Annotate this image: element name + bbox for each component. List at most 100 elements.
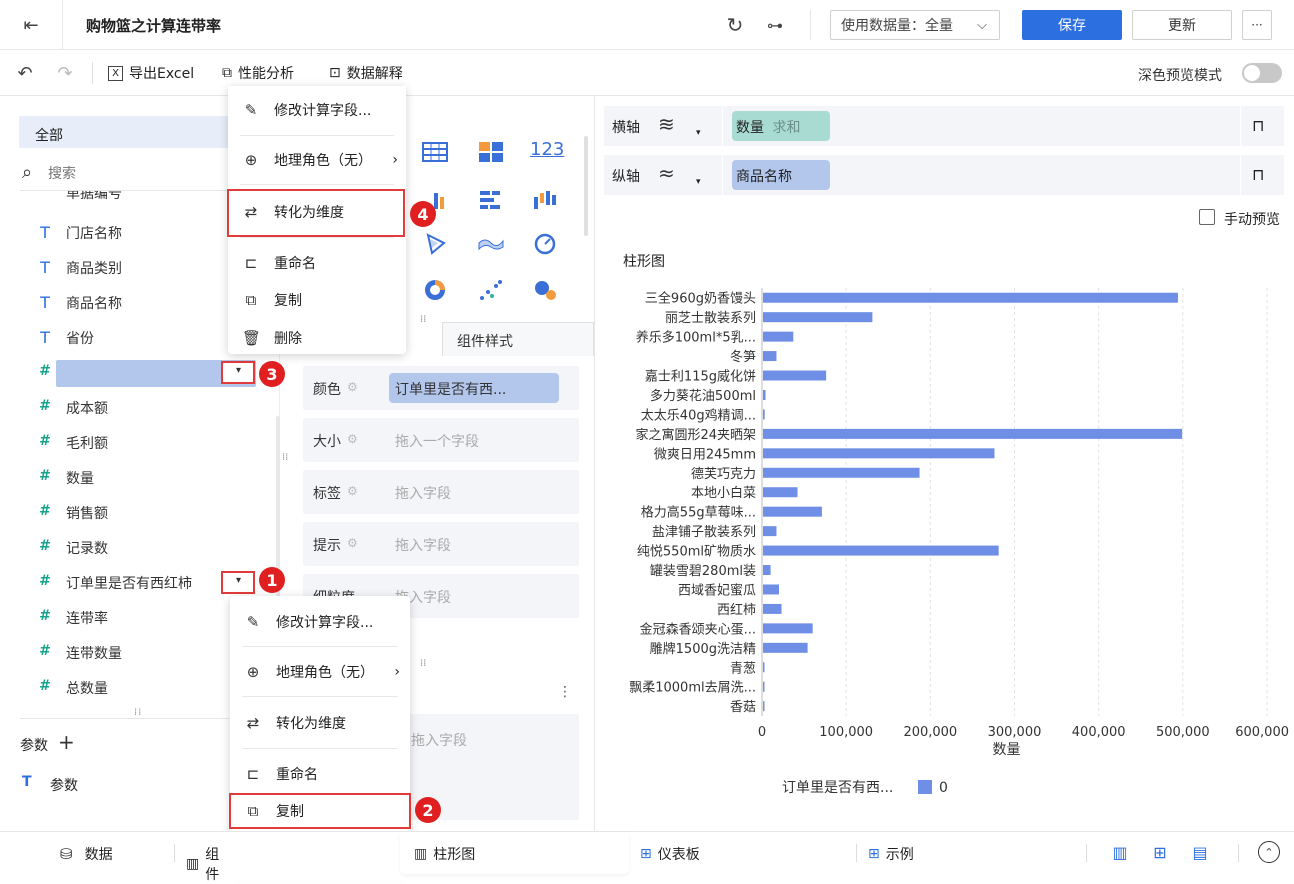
tab-component-style[interactable]: 组件样式 [442,322,594,356]
search-input[interactable] [48,162,228,186]
menu-rename[interactable]: ⊏ 重命名 [230,756,410,792]
prop-tooltip[interactable]: 提示 ⚙ 拖入字段 [303,522,579,566]
menu-edit-calc[interactable]: ✎ 修改计算字段... [228,92,406,128]
step-badge-3: 3 [259,361,285,387]
x-axis-type-icon[interactable]: ≋ [658,112,675,136]
tab-data[interactable]: ⛁ 数据 [60,844,113,864]
number-field-icon: # [39,503,51,519]
lock-icon[interactable]: ⊓ [1252,165,1264,184]
menu-copy[interactable]: ⧉ 复制 [228,282,406,318]
tab-component[interactable]: ▥ 组件 [186,844,230,884]
pie-chart-icon[interactable] [422,278,448,302]
resize-handle-icon[interactable]: ⁞⁞ [134,707,142,718]
lineage-icon[interactable]: ⊶ [762,12,788,38]
prop-color[interactable]: 颜色 ⚙ 订单里是否有西... [303,366,579,410]
redo-icon[interactable]: ↷ [54,62,76,84]
field-item[interactable]: # 数量 [36,460,226,495]
gear-icon[interactable]: ⚙ [347,432,358,446]
gauge-chart-icon[interactable] [532,233,558,255]
collapse-icon[interactable]: ⌃ [1258,841,1280,863]
field-item[interactable]: # 成本额 [36,390,226,425]
drop-zone-placeholder: 拖入字段 [411,733,467,749]
field-item[interactable]: # 毛利额 [36,425,226,460]
tab-all[interactable]: 全部 [19,116,229,148]
field-item[interactable]: # 记录数 [36,530,226,565]
x-field-pill[interactable]: 数量 求和 [732,111,830,141]
table-chart-icon[interactable] [422,141,448,163]
more-button[interactable]: ··· [1242,10,1272,40]
field-item[interactable]: T 商品类别 [36,250,226,285]
field-item[interactable]: # 连带数量 [36,635,226,670]
resize-handle-icon[interactable]: ⁞⁞ [420,658,426,669]
field-item[interactable]: # 销售额 [36,495,226,530]
field-item[interactable]: # 总数量 [36,670,226,705]
menu-to-dimension[interactable]: ⇄ 转化为维度 [230,705,410,741]
data-amount-select[interactable]: 使用数据量：全量 ⌵ [830,10,1000,40]
field-item[interactable]: # 订单里是否有西红柿 [36,565,226,600]
field-label: 省份 [66,331,94,347]
bar [763,584,779,595]
performance-button[interactable]: ⧉ 性能分析 [222,63,294,83]
y-axis-type-icon[interactable]: ≈ [658,161,675,185]
bar [763,506,822,517]
field-label: 数量 [66,471,94,487]
legend-entry: 0 [939,780,948,796]
menu-geo-role[interactable]: ⊕ 地理角色（无） › [230,654,410,690]
add-story-icon[interactable]: ▤ [1188,840,1212,864]
pivot-chart-icon[interactable] [478,141,504,163]
bubble-chart-icon[interactable] [532,278,558,302]
refresh-icon[interactable]: ↻ [722,12,748,38]
scatter-chart-icon[interactable] [478,278,504,302]
lock-icon[interactable]: ⊓ [1252,116,1264,135]
menu-delete[interactable]: 🗑 删除 [228,320,406,356]
data-explain-button[interactable]: ⊡ 数据解释 [329,63,403,83]
field-item[interactable]: # 连带率 [36,600,226,635]
back-icon[interactable]: ⇤ [18,13,44,37]
y-field-pill[interactable]: 商品名称 [732,160,830,190]
field-item[interactable]: T 商品名称 [36,285,226,320]
radar-chart-icon[interactable] [422,233,448,255]
area-chart-icon[interactable] [478,233,504,255]
undo-icon[interactable]: ↶ [14,62,36,84]
dark-mode-toggle[interactable] [1242,63,1282,83]
y-tick-label: 纯悦550ml矿物质水 [637,545,756,560]
waterfall-chart-icon[interactable] [532,189,558,211]
caret-down-icon[interactable]: ▾ [696,177,701,187]
field-item[interactable]: T 门店名称 [36,215,226,250]
add-component-icon[interactable]: ▥ [1108,840,1132,864]
menu-geo-role[interactable]: ⊕ 地理角色（无） › [228,142,406,178]
kpi-chart-icon[interactable]: 123 [530,139,564,160]
add-param-icon[interactable]: + [58,730,75,754]
tab-dashboard[interactable]: ⊞ 仪表板 [640,844,700,864]
field-dropdown-trigger-1[interactable]: ▾ [221,571,255,594]
menu-edit-calc[interactable]: ✎ 修改计算字段... [230,604,410,640]
hbar-chart-icon[interactable] [478,189,504,211]
gear-icon[interactable]: ⚙ [347,536,358,550]
field-item[interactable]: T 省份 [36,320,226,355]
gear-icon[interactable]: ⚙ [347,380,358,394]
save-button[interactable]: 保存 [1022,10,1122,40]
param-item[interactable]: 参数 [50,775,78,795]
field-label: 毛利额 [66,436,108,452]
prop-label[interactable]: 标签 ⚙ 拖入字段 [303,470,579,514]
x-tick-label: 300,000 [988,725,1042,740]
y-tick-label: 冬笋 [730,349,756,365]
export-excel-button[interactable]: X 导出Excel [108,63,194,83]
prop-size[interactable]: 大小 ⚙ 拖入一个字段 [303,418,579,462]
color-field-pill[interactable]: 订单里是否有西... [389,373,559,403]
gear-icon[interactable]: ⚙ [347,484,358,498]
update-button[interactable]: 更新 [1132,10,1232,40]
panel-resize-icon[interactable]: ⁞⁞ [282,452,288,463]
tab-example[interactable]: ⊞ 示例 [868,844,914,864]
field-dropdown-trigger-3[interactable]: ▾ [221,361,255,384]
caret-down-icon[interactable]: ▾ [696,128,701,138]
add-dashboard-icon[interactable]: ⊞ [1148,840,1172,864]
manual-preview-checkbox[interactable] [1199,209,1215,225]
more-icon[interactable]: ⋮ [558,684,572,700]
scrollbar[interactable] [584,136,588,236]
resize-handle-icon[interactable]: ⁞⁞ [420,314,426,325]
menu-rename[interactable]: ⊏ 重命名 [228,245,406,281]
tab-bar-chart[interactable]: ▥ 柱形图 [414,844,475,864]
chevron-down-icon: ⌵ [977,17,987,33]
field-label: 商品类别 [66,261,122,277]
